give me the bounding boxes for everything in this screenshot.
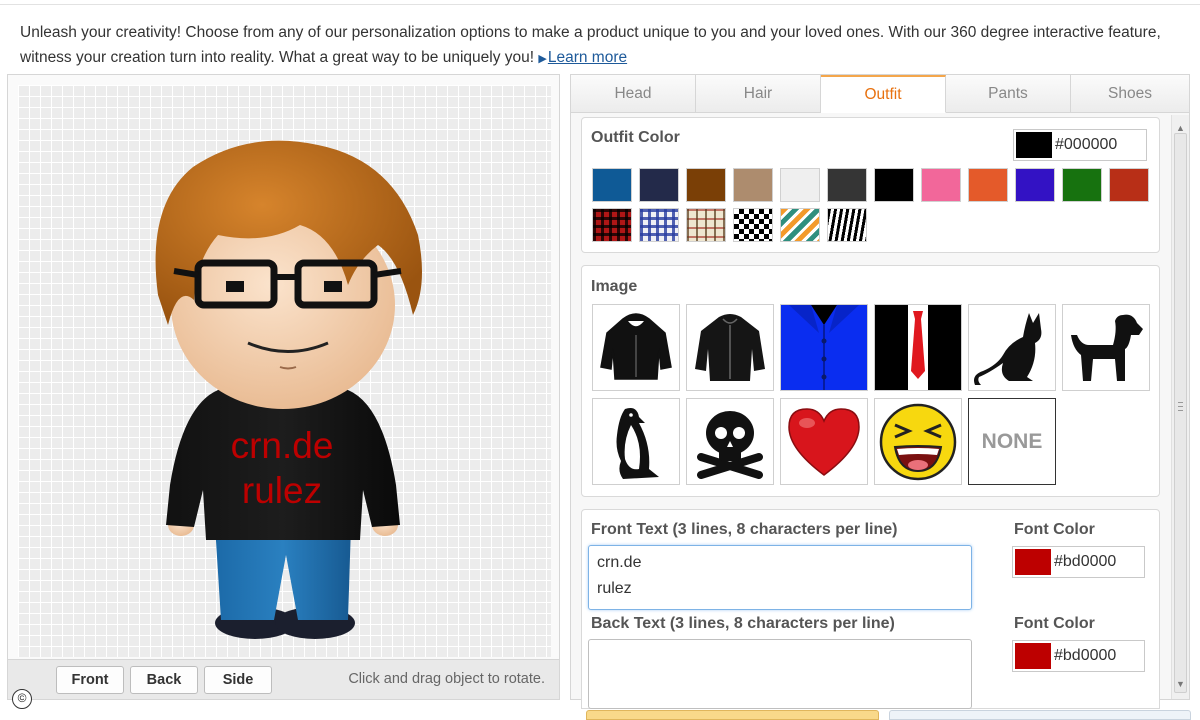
tuxedo-tie-icon[interactable] <box>874 304 962 391</box>
tab-hair[interactable]: Hair <box>696 75 821 113</box>
avatar-figure[interactable]: crn.de rulez <box>18 85 551 657</box>
front-text-input[interactable] <box>588 545 972 610</box>
laughing-smiley-icon[interactable] <box>874 398 962 485</box>
tab-head[interactable]: Head <box>571 75 696 113</box>
houndstooth-swatch[interactable] <box>733 208 773 242</box>
zebra-swatch[interactable] <box>827 208 867 242</box>
back-font-color-value[interactable]: #bd0000 <box>1012 640 1145 672</box>
skull-crossbones-icon[interactable] <box>686 398 774 485</box>
tab-pants[interactable]: Pants <box>946 75 1071 113</box>
learn-more-link[interactable]: Learn more <box>548 49 627 66</box>
jacket-icon[interactable] <box>686 304 774 391</box>
view-controls: Front Back Side Click and drag object to… <box>8 659 559 699</box>
color-swatch[interactable] <box>921 168 961 202</box>
outfit-color-title: Outfit Color <box>591 129 680 146</box>
3d-viewer[interactable]: crn.de rulez <box>18 85 551 657</box>
color-swatch[interactable] <box>827 168 867 202</box>
blue-plaid-swatch[interactable] <box>639 208 679 242</box>
back-font-color-label: Font Color <box>1014 615 1095 632</box>
blue-shirt-icon[interactable] <box>780 304 868 391</box>
back-font-color-preview <box>1015 643 1051 669</box>
bottom-secondary-button[interactable] <box>889 710 1191 720</box>
play-arrow-icon: ▶ <box>538 53 547 65</box>
front-font-color-value[interactable]: #bd0000 <box>1012 546 1145 578</box>
top-divider <box>0 4 1200 5</box>
panel-scrollbar[interactable]: ▲ ▼ <box>1171 115 1189 699</box>
intro-text-block: Unleash your creativity! Choose from any… <box>20 20 1180 72</box>
color-swatch[interactable] <box>1015 168 1055 202</box>
color-swatch[interactable] <box>592 168 632 202</box>
color-swatch[interactable] <box>1062 168 1102 202</box>
tab-bar: Head Hair Outfit Pants Shoes <box>571 75 1189 113</box>
front-text-label: Front Text (3 lines, 8 characters per li… <box>591 521 898 538</box>
copyright-icon: © <box>12 689 32 709</box>
beige-plaid-swatch[interactable] <box>686 208 726 242</box>
color-swatch[interactable] <box>780 168 820 202</box>
customization-panel: Head Hair Outfit Pants Shoes Outfit Colo… <box>570 74 1190 709</box>
red-plaid-swatch[interactable] <box>592 208 632 242</box>
color-swatch[interactable] <box>874 168 914 202</box>
back-font-color-hex: #bd0000 <box>1054 647 1117 664</box>
shirt-text-line2: rulez <box>242 470 322 511</box>
shirt-text-line1: crn.de <box>231 425 334 466</box>
outfit-color-preview <box>1016 132 1052 158</box>
side-view-button[interactable]: Side <box>204 666 272 694</box>
front-font-color-label: Font Color <box>1014 521 1095 538</box>
outfit-color-section: Outfit Color #000000 <box>581 117 1160 253</box>
image-section: Image NONE <box>581 265 1160 497</box>
penguin-icon[interactable] <box>592 398 680 485</box>
image-title: Image <box>591 278 638 295</box>
color-swatch[interactable] <box>1109 168 1149 202</box>
outfit-color-hex: #000000 <box>1055 136 1118 153</box>
front-font-color-preview <box>1015 549 1051 575</box>
scroll-thumb[interactable] <box>1174 133 1187 693</box>
outfit-color-value[interactable]: #000000 <box>1013 129 1147 161</box>
text-section: Front Text (3 lines, 8 characters per li… <box>581 509 1160 709</box>
color-swatch[interactable] <box>686 168 726 202</box>
tab-shoes[interactable]: Shoes <box>1071 75 1189 113</box>
front-view-button[interactable]: Front <box>56 666 124 694</box>
heart-icon[interactable] <box>780 398 868 485</box>
color-swatch[interactable] <box>968 168 1008 202</box>
scroll-up-arrow-icon[interactable]: ▲ <box>1176 123 1185 133</box>
product-preview: crn.de rulez Front Back Side Click and d… <box>7 74 560 700</box>
color-swatch[interactable] <box>639 168 679 202</box>
dog-icon[interactable] <box>1062 304 1150 391</box>
none-label: NONE <box>981 430 1043 453</box>
back-text-input[interactable] <box>588 639 972 709</box>
none-image-option[interactable]: NONE <box>968 398 1056 485</box>
back-text-label: Back Text (3 lines, 8 characters per lin… <box>591 615 895 632</box>
bottom-primary-button[interactable] <box>586 710 879 720</box>
grip-icon <box>1178 402 1183 411</box>
cat-icon[interactable] <box>968 304 1056 391</box>
tab-outfit[interactable]: Outfit <box>821 75 946 113</box>
front-font-color-hex: #bd0000 <box>1054 553 1117 570</box>
rotate-hint: Click and drag object to rotate. <box>348 671 545 687</box>
diagonal-stripes-swatch[interactable] <box>780 208 820 242</box>
scroll-down-arrow-icon[interactable]: ▼ <box>1176 679 1185 689</box>
color-swatch[interactable] <box>733 168 773 202</box>
hoodie-icon[interactable] <box>592 304 680 391</box>
back-view-button[interactable]: Back <box>130 666 198 694</box>
